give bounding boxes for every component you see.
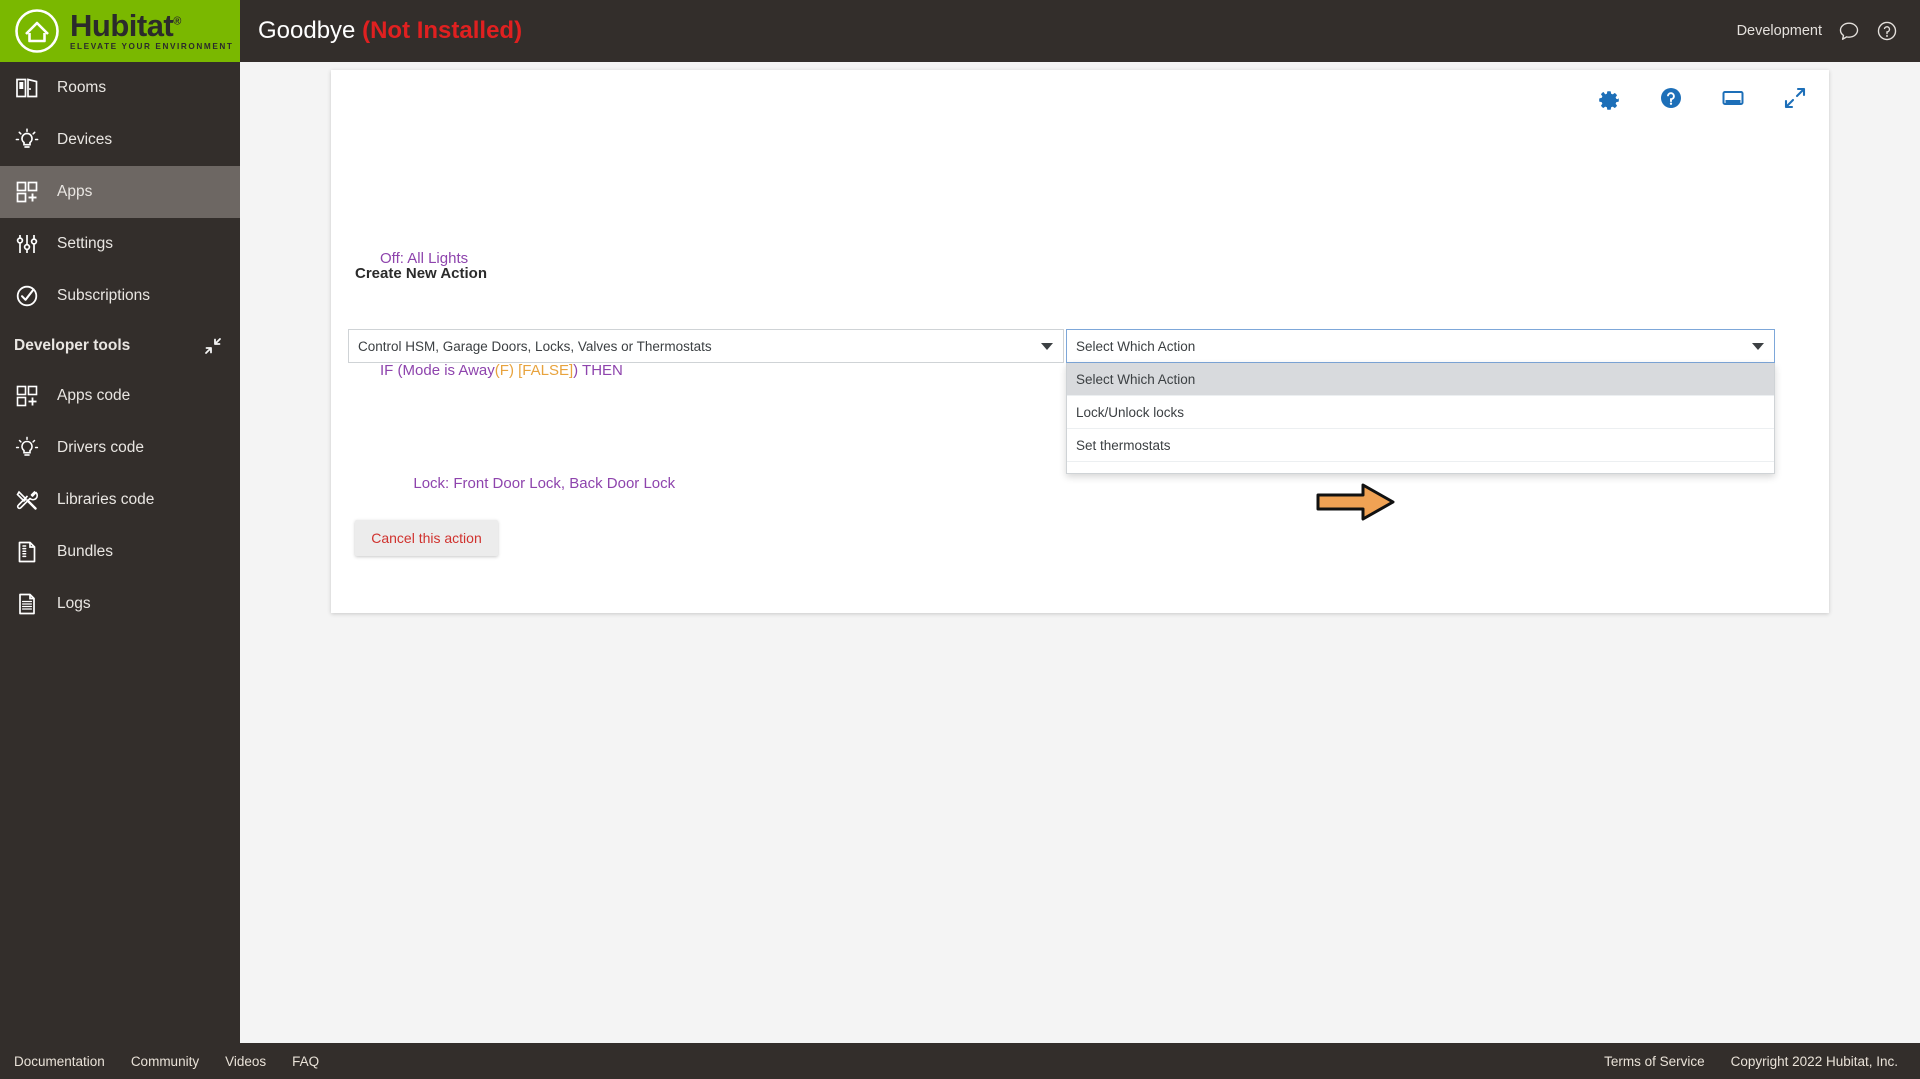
footer-link-videos[interactable]: Videos: [225, 1054, 266, 1069]
sidebar-item-logs[interactable]: Logs: [0, 578, 240, 630]
capability-select-value: Control HSM, Garage Doors, Locks, Valves…: [358, 338, 712, 354]
developer-tools-label: Developer tools: [14, 337, 131, 354]
sidebar-item-apps[interactable]: Apps: [0, 166, 240, 218]
sidebar-item-label: Libraries code: [57, 491, 155, 508]
action-select-dropdown: Select Which Action Lock/Unlock locks Se…: [1066, 363, 1775, 474]
sidebar-item-label: Settings: [57, 235, 114, 252]
sidebar-item-label: Rooms: [57, 79, 107, 96]
section-title-create-new-action: Create New Action: [355, 265, 487, 282]
collapse-icon[interactable]: [204, 337, 222, 355]
apps-code-icon: [14, 383, 40, 409]
sidebar-item-label: Logs: [57, 595, 91, 612]
hubitat-house-logo-icon: [15, 9, 59, 53]
page-title: Goodbye (Not Installed): [258, 17, 522, 45]
topbar: Goodbye (Not Installed) Development: [240, 0, 1920, 62]
logs-icon: [14, 591, 40, 617]
registered-mark: ®: [173, 16, 181, 29]
screen-icon[interactable]: [1721, 86, 1745, 110]
brand-logo[interactable]: Hubitat® ELEVATE YOUR ENVIRONMENT: [0, 0, 240, 62]
rule-line-text: Lock: Front Door Lock, Back Door Lock: [380, 474, 676, 492]
sidebar-item-libraries-code[interactable]: Libraries code: [0, 474, 240, 526]
libraries-code-icon: [14, 487, 40, 513]
rule-definition-text: Off: All Lights IF (Mode is Away(F) [FAL…: [355, 180, 675, 563]
rooms-icon: [14, 75, 40, 101]
rule-line-text: Off: All Lights: [380, 249, 469, 267]
footer-link-documentation[interactable]: Documentation: [14, 1054, 105, 1069]
chevron-down-icon: [1041, 343, 1053, 350]
sidebar-item-apps-code[interactable]: Apps code: [0, 370, 240, 422]
sidebar-item-label: Drivers code: [57, 439, 144, 456]
footer-link-terms-of-service[interactable]: Terms of Service: [1604, 1054, 1705, 1069]
rule-line-text: IF (Mode is Away: [380, 362, 495, 379]
sidebar-item-settings[interactable]: Settings: [0, 218, 240, 270]
dropdown-option-set-thermostats[interactable]: Set thermostats: [1067, 429, 1774, 462]
footer: Documentation Community Videos FAQ Terms…: [0, 1043, 1920, 1079]
chevron-down-icon: [1752, 343, 1764, 350]
sidebar-item-label: Devices: [57, 131, 113, 148]
brand-name: Hubitat®: [70, 8, 181, 44]
topbar-right: Development: [1737, 20, 1898, 42]
sidebar-item-devices[interactable]: Devices: [0, 114, 240, 166]
rule-line-suffix: ) THEN: [573, 362, 623, 379]
action-select-value: Select Which Action: [1076, 338, 1196, 354]
sidebar-section-developer-tools[interactable]: Developer tools: [0, 322, 240, 370]
footer-link-community[interactable]: Community: [131, 1054, 199, 1069]
devices-icon: [14, 127, 40, 153]
rule-line-1: Off: All Lights: [355, 225, 675, 293]
sidebar-item-label: Bundles: [57, 543, 114, 560]
action-select[interactable]: Select Which Action: [1066, 329, 1775, 363]
page-title-text: Goodbye: [258, 17, 356, 44]
chat-bubble-icon[interactable]: [1838, 20, 1860, 42]
sidebar-item-label: Subscriptions: [57, 287, 151, 304]
dropdown-option-lock-unlock-locks[interactable]: Lock/Unlock locks: [1067, 396, 1774, 429]
capability-select[interactable]: Control HSM, Garage Doors, Locks, Valves…: [348, 329, 1064, 363]
help-circle-icon[interactable]: [1659, 86, 1683, 110]
footer-legal: Terms of Service Copyright 2022 Hubitat,…: [1604, 1054, 1898, 1069]
orange-arrow-annotation: [1316, 483, 1395, 521]
sidebar-item-drivers-code[interactable]: Drivers code: [0, 422, 240, 474]
environment-label: Development: [1736, 23, 1822, 39]
card-toolbar: [1597, 86, 1807, 110]
footer-link-faq[interactable]: FAQ: [292, 1054, 319, 1069]
app-card: Off: All Lights IF (Mode is Away(F) [FAL…: [331, 70, 1829, 613]
dropdown-padding: [1067, 462, 1774, 473]
footer-copyright: Copyright 2022 Hubitat, Inc.: [1730, 1053, 1898, 1069]
rule-line-3: Lock: Front Door Lock, Back Door Lock: [355, 450, 675, 518]
bundles-icon: [14, 539, 40, 565]
cancel-this-action-button[interactable]: Cancel this action: [355, 520, 498, 556]
sidebar-item-label: Apps code: [57, 387, 131, 404]
subscriptions-icon: [14, 283, 40, 309]
help-circle-icon[interactable]: [1876, 20, 1898, 42]
drivers-code-icon: [14, 435, 40, 461]
settings-icon: [14, 231, 40, 257]
rule-line-highlight: (F) [FALSE]: [494, 362, 574, 379]
sidebar-item-label: Apps: [57, 183, 93, 200]
expand-icon[interactable]: [1783, 86, 1807, 110]
apps-icon: [14, 179, 40, 205]
footer-links: Documentation Community Videos FAQ: [14, 1054, 319, 1069]
brand-tagline: ELEVATE YOUR ENVIRONMENT: [70, 42, 234, 52]
gear-icon[interactable]: [1597, 86, 1621, 110]
sidebar: Hubitat® ELEVATE YOUR ENVIRONMENT Rooms: [0, 0, 240, 1079]
not-installed-badge: (Not Installed): [362, 17, 523, 44]
sidebar-item-bundles[interactable]: Bundles: [0, 526, 240, 578]
sidebar-item-subscriptions[interactable]: Subscriptions: [0, 270, 240, 322]
sidebar-item-rooms[interactable]: Rooms: [0, 62, 240, 114]
dropdown-option-select-which-action[interactable]: Select Which Action: [1067, 363, 1774, 396]
